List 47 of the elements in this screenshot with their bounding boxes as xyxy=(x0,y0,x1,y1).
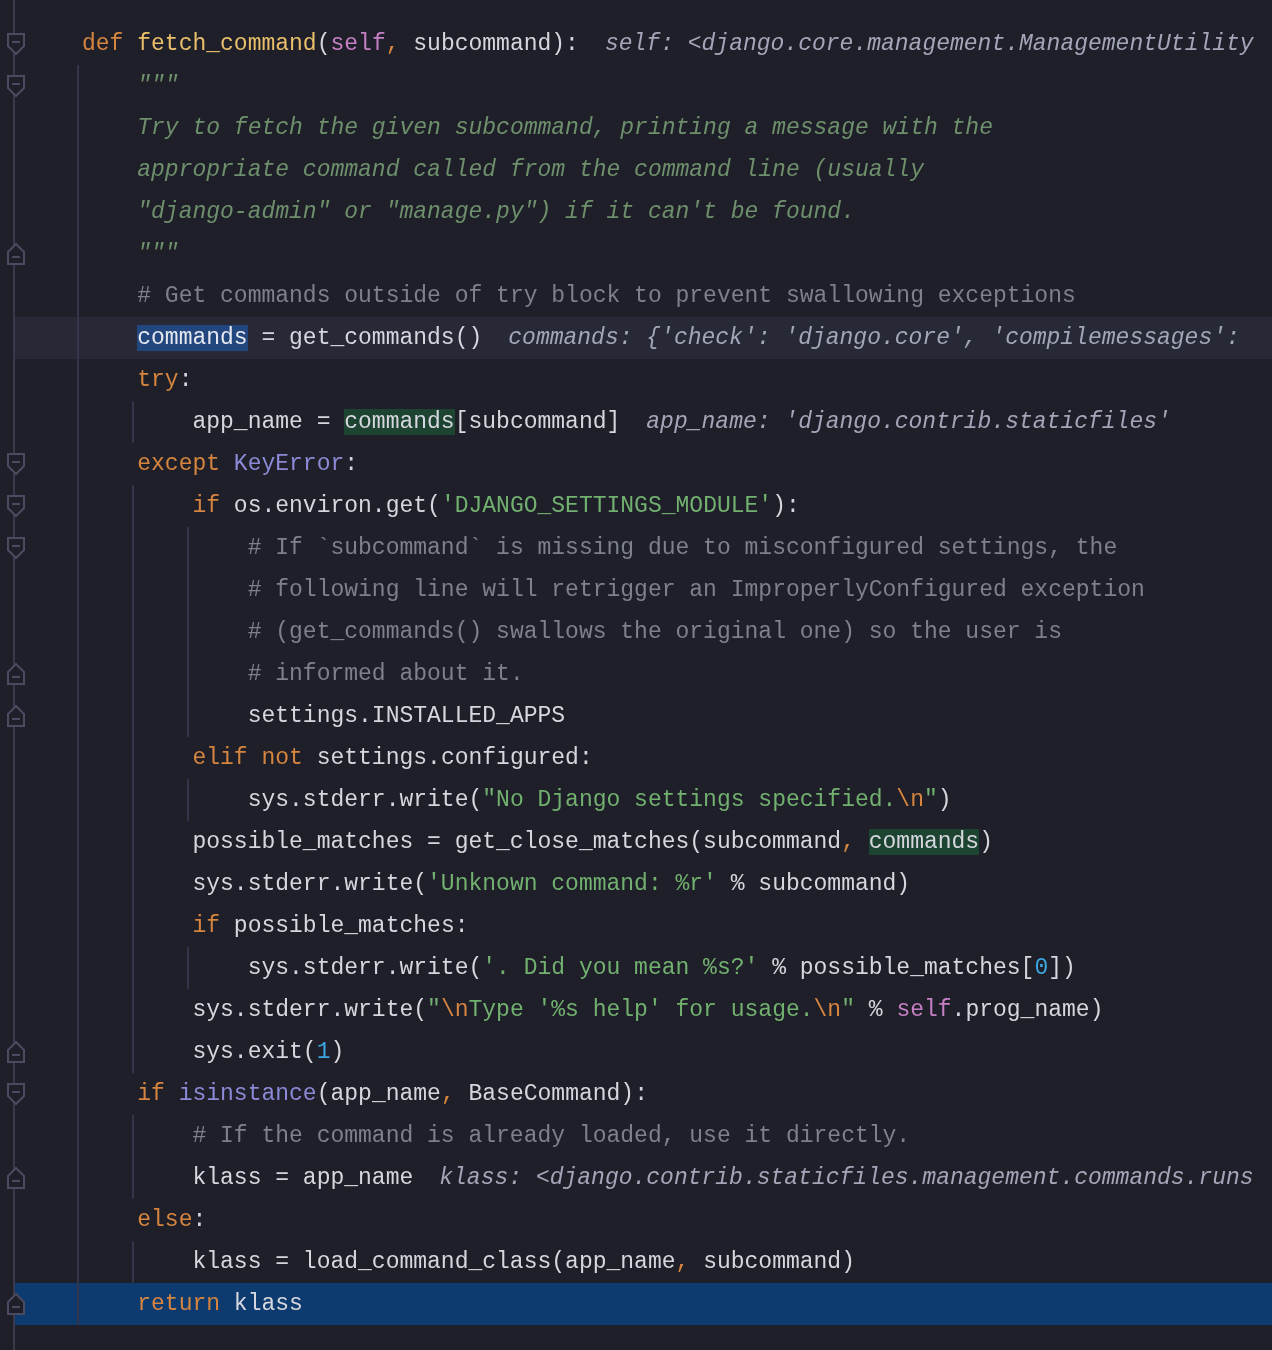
inline-hint: self: <django.core.management.ManagementUtility xyxy=(604,31,1254,57)
fold-icon[interactable] xyxy=(6,1292,26,1316)
code-text: """ xyxy=(137,73,179,99)
code-text: commands = get_commands() xyxy=(137,325,483,351)
code-text: possible_matches = get_close_matches(subcommand, commands) xyxy=(192,829,993,855)
code-text: def fetch_command(self, subcommand): xyxy=(82,31,579,57)
code-text: # informed about it. xyxy=(247,661,524,687)
fold-icon[interactable] xyxy=(6,1040,26,1064)
code-text: elif not settings.configured: xyxy=(192,745,593,771)
code-text: Try to fetch the given subcommand, printing a message with the xyxy=(137,115,993,141)
code-text: sys.stderr.write('Unknown command: %r' % subcommand) xyxy=(192,871,911,897)
code-text: sys.stderr.write("\nType '%s help' for usage.\n" % self.prog_name) xyxy=(192,997,1104,1023)
fold-icon[interactable] xyxy=(6,494,26,518)
code-text: else: xyxy=(137,1207,207,1233)
code-text: if isinstance(app_name, BaseCommand): xyxy=(137,1081,648,1107)
code-text: sys.stderr.write('. Did you mean %s?' % possible_matches[0]) xyxy=(247,955,1076,981)
code-text: if os.environ.get('DJANGO_SETTINGS_MODULE'): xyxy=(192,493,800,519)
code-text: # If `subcommand` is missing due to misconfigured settings, the xyxy=(247,535,1118,561)
code-text: app_name = commands[subcommand] xyxy=(192,409,621,435)
code-text: return klass xyxy=(137,1291,303,1317)
code-text: try: xyxy=(137,367,193,393)
fold-icon[interactable] xyxy=(6,32,26,56)
inline-hint: commands: {'check': 'django.core', 'compilemessages': xyxy=(508,325,1240,351)
code-text: settings.INSTALLED_APPS xyxy=(247,703,566,729)
code-text: # following line will retrigger an ImproperlyConfigured exception xyxy=(247,577,1145,603)
fold-icon[interactable] xyxy=(6,704,26,728)
fold-icon[interactable] xyxy=(6,536,26,560)
code-text: if possible_matches: xyxy=(192,913,469,939)
fold-icon[interactable] xyxy=(6,1166,26,1190)
fold-icon[interactable] xyxy=(6,242,26,266)
code-text: appropriate command called from the command line (usually xyxy=(137,157,924,183)
code-text: "django-admin" or "manage.py") if it can't be found. xyxy=(137,199,855,225)
fold-icon[interactable] xyxy=(6,74,26,98)
code-text: sys.exit(1) xyxy=(192,1039,345,1065)
code-text: klass = load_command_class(app_name, subcommand) xyxy=(192,1249,855,1275)
code-text: sys.stderr.write("No Django settings specified.\n") xyxy=(247,787,952,813)
code-text: """ xyxy=(137,241,179,267)
code-text: # If the command is already loaded, use it directly. xyxy=(192,1123,911,1149)
inline-hint: klass: <django.contrib.staticfiles.management.commands.runs xyxy=(439,1165,1254,1191)
code-text: # Get commands outside of try block to prevent swallowing exceptions xyxy=(137,283,1076,309)
code-text: klass = app_name xyxy=(192,1165,414,1191)
code-text: except KeyError: xyxy=(137,451,359,477)
fold-icon[interactable] xyxy=(6,1082,26,1106)
code-text: # (get_commands() swallows the original one) so the user is xyxy=(247,619,1062,645)
inline-hint: app_name: 'django.contrib.staticfiles' xyxy=(646,409,1171,435)
fold-icon[interactable] xyxy=(6,662,26,686)
fold-icon[interactable] xyxy=(6,452,26,476)
